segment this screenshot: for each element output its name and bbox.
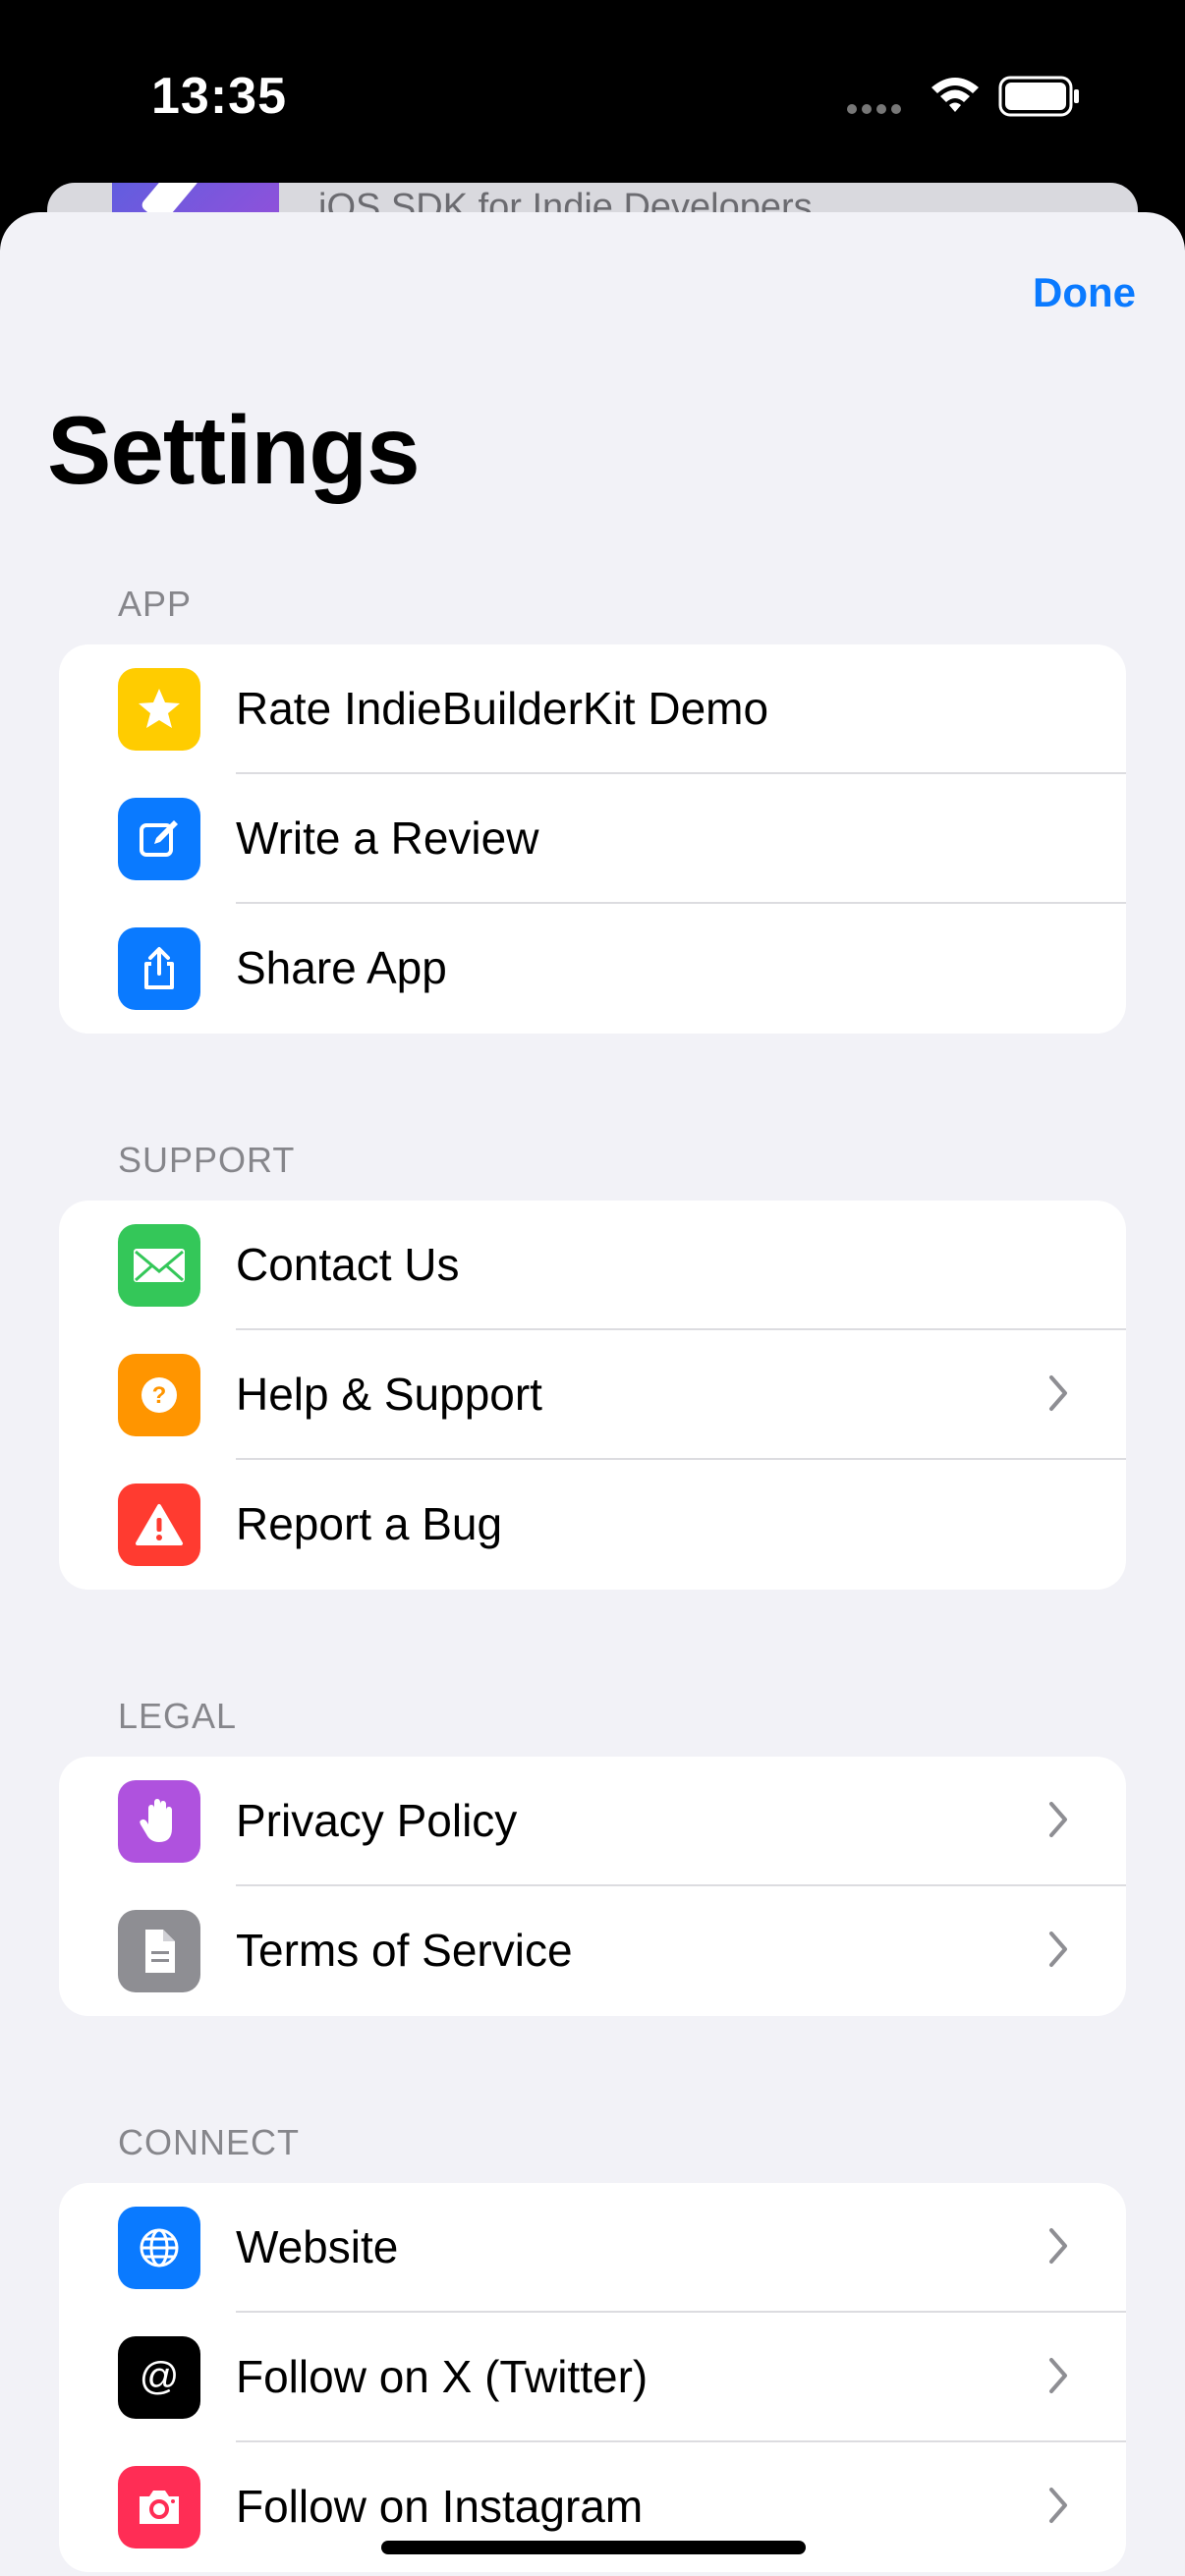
chevron-right-icon [1045,2354,1071,2402]
section-header-app: APP [118,584,193,624]
envelope-icon [118,1224,200,1307]
home-indicator[interactable] [381,2541,806,2554]
svg-text:@: @ [140,2355,180,2398]
section-header-connect: CONNECT [118,2122,300,2162]
row-label: Follow on Instagram [236,2481,644,2532]
group-app: Rate IndieBuilderKit Demo Write a Review… [59,644,1126,1034]
chevron-right-icon [1045,1798,1071,1846]
warning-icon [118,1484,200,1566]
at-icon: @ [118,2336,200,2419]
group-legal: Privacy Policy Terms of Service [59,1757,1126,2016]
chevron-right-icon [1045,2224,1071,2272]
compose-icon [118,798,200,880]
wifi-icon [928,74,983,122]
status-time: 13:35 [151,68,287,125]
row-label: Report a Bug [236,1498,503,1549]
row-contact-us[interactable]: Contact Us [59,1201,1126,1330]
chevron-right-icon [1045,2484,1071,2532]
row-label: Rate IndieBuilderKit Demo [236,683,769,734]
row-follow-x[interactable]: @ Follow on X (Twitter) [59,2313,1126,2442]
row-terms-of-service[interactable]: Terms of Service [59,1886,1126,2016]
row-report-bug[interactable]: Report a Bug [59,1460,1126,1590]
group-support: Contact Us ? Help & Support Report a Bug [59,1201,1126,1590]
row-write-review[interactable]: Write a Review [59,774,1126,904]
section-header-legal: LEGAL [118,1696,238,1736]
row-label: Write a Review [236,812,539,864]
document-icon [118,1910,200,1992]
row-privacy-policy[interactable]: Privacy Policy [59,1757,1126,1886]
battery-icon [998,76,1081,122]
page-title: Settings [47,396,421,504]
share-icon [118,927,200,1010]
status-bar: 13:35 [0,0,1185,187]
row-label: Help & Support [236,1369,542,1420]
row-help-support[interactable]: ? Help & Support [59,1330,1126,1460]
chevron-right-icon [1045,1372,1071,1420]
row-label: Website [236,2221,399,2272]
star-icon [118,668,200,751]
row-label: Share App [236,942,447,993]
row-label: Privacy Policy [236,1795,518,1846]
question-icon: ? [118,1354,200,1436]
camera-icon [118,2466,200,2548]
cellular-dots-icon [847,101,906,119]
settings-sheet: Done Settings APP Rate IndieBuilderKit D… [0,212,1185,2576]
row-share-app[interactable]: Share App [59,904,1126,1034]
section-header-support: SUPPORT [118,1140,296,1180]
row-rate-app[interactable]: Rate IndieBuilderKit Demo [59,644,1126,774]
row-label: Contact Us [236,1239,460,1290]
svg-text:?: ? [152,1382,167,1409]
globe-icon [118,2207,200,2289]
row-website[interactable]: Website [59,2183,1126,2313]
group-connect: Website @ Follow on X (Twitter) Follow o… [59,2183,1126,2572]
row-label: Follow on X (Twitter) [236,2351,649,2402]
chevron-right-icon [1045,1928,1071,1976]
done-button[interactable]: Done [1033,269,1136,316]
row-label: Terms of Service [236,1925,573,1976]
hand-icon [118,1780,200,1863]
